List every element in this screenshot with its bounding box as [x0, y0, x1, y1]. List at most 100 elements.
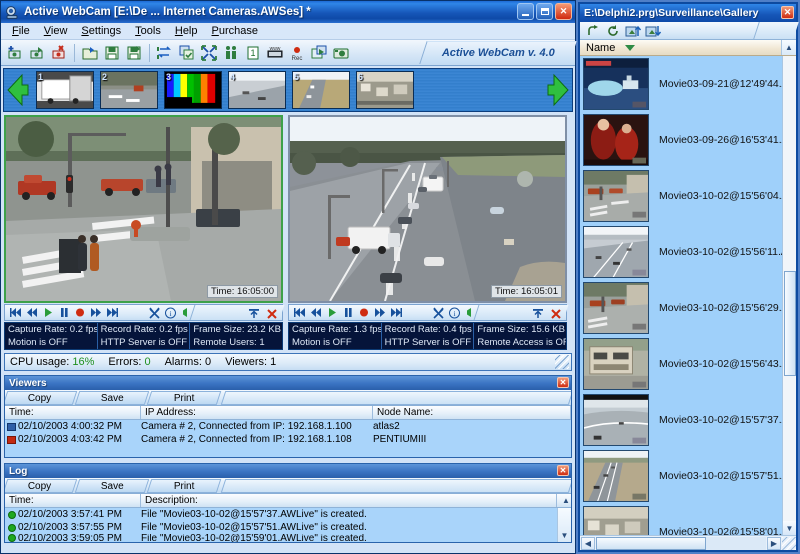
list-item[interactable]: Movie03-10-02@15'56'43.AW — [580, 336, 796, 392]
gallery-close-button[interactable]: ✕ — [781, 6, 794, 19]
list-item[interactable]: Movie03-10-02@15'56'04.AW — [580, 168, 796, 224]
log-col-description[interactable]: Description: — [141, 494, 557, 507]
viewers-print-button[interactable]: Print — [147, 391, 222, 405]
gallery-hscroll-track[interactable] — [596, 537, 766, 550]
list-item[interactable]: Movie03-09-21@12'49'44.AW — [580, 56, 796, 112]
list-item[interactable]: Movie03-10-02@15'57'51.AW — [580, 448, 796, 504]
list-item[interactable]: Movie03-10-02@15'58'01.AW — [580, 504, 796, 535]
edit-camera-icon[interactable] — [26, 42, 48, 64]
up-folder-icon[interactable] — [583, 23, 603, 39]
log-col-time[interactable]: Time: — [5, 494, 141, 507]
first-frame-button[interactable] — [292, 305, 308, 320]
camera-thumbnail[interactable]: 4 — [228, 71, 286, 109]
record-icon[interactable]: Rec — [286, 42, 308, 64]
gallery-hscroll-thumb[interactable] — [596, 537, 706, 550]
swap-cameras-icon[interactable] — [154, 42, 176, 64]
fullscreen-icon[interactable] — [198, 42, 220, 64]
list-item[interactable]: Movie03-10-02@15'56'11.AW — [580, 224, 796, 280]
last-frame-button[interactable] — [104, 305, 120, 320]
close-panel-button[interactable] — [264, 306, 280, 321]
viewers-col-node[interactable]: Node Name: — [373, 406, 571, 419]
table-row[interactable]: 02/10/2003 4:03:42 PM Camera # 2, Connec… — [5, 433, 571, 446]
menu-item-purchase[interactable]: Purchase — [205, 24, 265, 38]
table-row[interactable]: 02/10/2003 3:57:41 PM File "Movie03-10-0… — [5, 508, 571, 521]
viewers-panel-close-button[interactable]: ✕ — [557, 377, 569, 388]
gallery-hscroll-left-button[interactable]: ◀ — [581, 537, 595, 550]
import-down-icon[interactable] — [643, 23, 663, 39]
last-frame-button[interactable] — [388, 305, 404, 320]
viewers-icon[interactable] — [220, 42, 242, 64]
first-frame-button[interactable] — [8, 305, 24, 320]
log-panel-close-button[interactable]: ✕ — [557, 465, 569, 476]
table-row[interactable]: 02/10/2003 4:00:32 PM Camera # 2, Connec… — [5, 420, 571, 433]
menu-item-settings[interactable]: Settings — [74, 24, 128, 38]
log-save-button[interactable]: Save — [75, 479, 150, 493]
collapse-panel-button[interactable] — [530, 306, 546, 321]
list-item[interactable]: Movie03-09-26@16'53'41.AW — [580, 112, 796, 168]
forward-button[interactable] — [372, 305, 388, 320]
gallery-scroll-down-button[interactable]: ▼ — [783, 521, 796, 535]
save-as-session-icon[interactable] — [123, 42, 145, 64]
camera-thumbnail[interactable]: 3 — [164, 71, 222, 109]
select-all-icon[interactable] — [176, 42, 198, 64]
close-button[interactable]: ✕ — [555, 3, 572, 20]
refresh-icon[interactable] — [603, 23, 623, 39]
rewind-button[interactable] — [24, 305, 40, 320]
record-button[interactable] — [356, 305, 372, 320]
delete-camera-icon[interactable] — [48, 42, 70, 64]
settings-tools-icon[interactable] — [146, 305, 162, 320]
list-item[interactable]: Movie03-10-02@15'57'37.AW — [580, 392, 796, 448]
table-row[interactable]: 02/10/2003 3:59:05 PM File "Movie03-10-0… — [5, 534, 571, 542]
viewers-col-ip[interactable]: IP Address: — [141, 406, 373, 419]
info-icon[interactable]: i — [446, 305, 462, 320]
table-row[interactable]: 02/10/2003 3:57:55 PM File "Movie03-10-0… — [5, 521, 571, 534]
log-scroll-up-button[interactable]: ▲ — [557, 494, 571, 507]
video-frame[interactable]: Time: 16:05:00 — [4, 115, 283, 303]
play-button[interactable] — [324, 305, 340, 320]
camera-strip-next-button[interactable] — [544, 70, 572, 110]
menu-item-tools[interactable]: Tools — [128, 24, 168, 38]
close-panel-button[interactable] — [548, 306, 564, 321]
gallery-column-header[interactable]: Name ▲ — [580, 40, 796, 56]
gallery-vscroll-thumb[interactable] — [784, 271, 796, 376]
record-button[interactable] — [72, 305, 88, 320]
settings-tools-icon[interactable] — [430, 305, 446, 320]
viewers-copy-button[interactable]: Copy — [5, 391, 77, 405]
viewers-col-time[interactable]: Time: — [5, 406, 141, 419]
menu-item-file[interactable]: FFileile — [5, 24, 37, 38]
minimize-button[interactable] — [517, 3, 534, 20]
list-item[interactable]: Movie03-10-02@15'56'29.AW — [580, 280, 796, 336]
forward-button[interactable] — [88, 305, 104, 320]
video-frame[interactable]: Time: 16:05:01 — [288, 115, 567, 303]
camera-thumbnail[interactable]: 2 — [100, 71, 158, 109]
camera-thumbnail[interactable]: 1 — [36, 71, 94, 109]
log-print-button[interactable]: Print — [147, 479, 222, 493]
play-button[interactable] — [40, 305, 56, 320]
publish-icon[interactable] — [308, 42, 330, 64]
pause-button[interactable] — [340, 305, 356, 320]
snapshot-icon[interactable] — [330, 42, 352, 64]
gallery-hscroll-right-button[interactable]: ▶ — [767, 537, 781, 550]
viewers-save-button[interactable]: Save — [75, 391, 150, 405]
menu-item-help[interactable]: Help — [168, 24, 205, 38]
collapse-panel-button[interactable] — [246, 306, 262, 321]
schedule-icon[interactable]: 1 — [242, 42, 264, 64]
camera-thumbnail[interactable]: 5 — [292, 71, 350, 109]
open-session-icon[interactable] — [79, 42, 101, 64]
maximize-button[interactable] — [536, 3, 553, 20]
camera-thumbnail[interactable]: 6 — [356, 71, 414, 109]
gallery-resize-grip[interactable] — [782, 537, 796, 550]
save-session-icon[interactable] — [101, 42, 123, 64]
log-vertical-scrollbar[interactable]: ▼ — [557, 508, 571, 542]
menu-item-view[interactable]: View — [37, 24, 75, 38]
gallery-vertical-scrollbar[interactable]: ▼ — [782, 56, 796, 535]
info-icon[interactable]: i — [162, 305, 178, 320]
gallery-scroll-up-button[interactable]: ▲ — [781, 40, 796, 55]
add-camera-icon[interactable] — [4, 42, 26, 64]
web-record-icon[interactable]: www — [264, 42, 286, 64]
resize-grip[interactable] — [555, 355, 569, 369]
pause-button[interactable] — [56, 305, 72, 320]
camera-strip-prev-button[interactable] — [4, 70, 32, 110]
log-copy-button[interactable]: Copy — [5, 479, 77, 493]
gallery-horizontal-scrollbar[interactable]: ◀ ▶ — [580, 535, 796, 550]
